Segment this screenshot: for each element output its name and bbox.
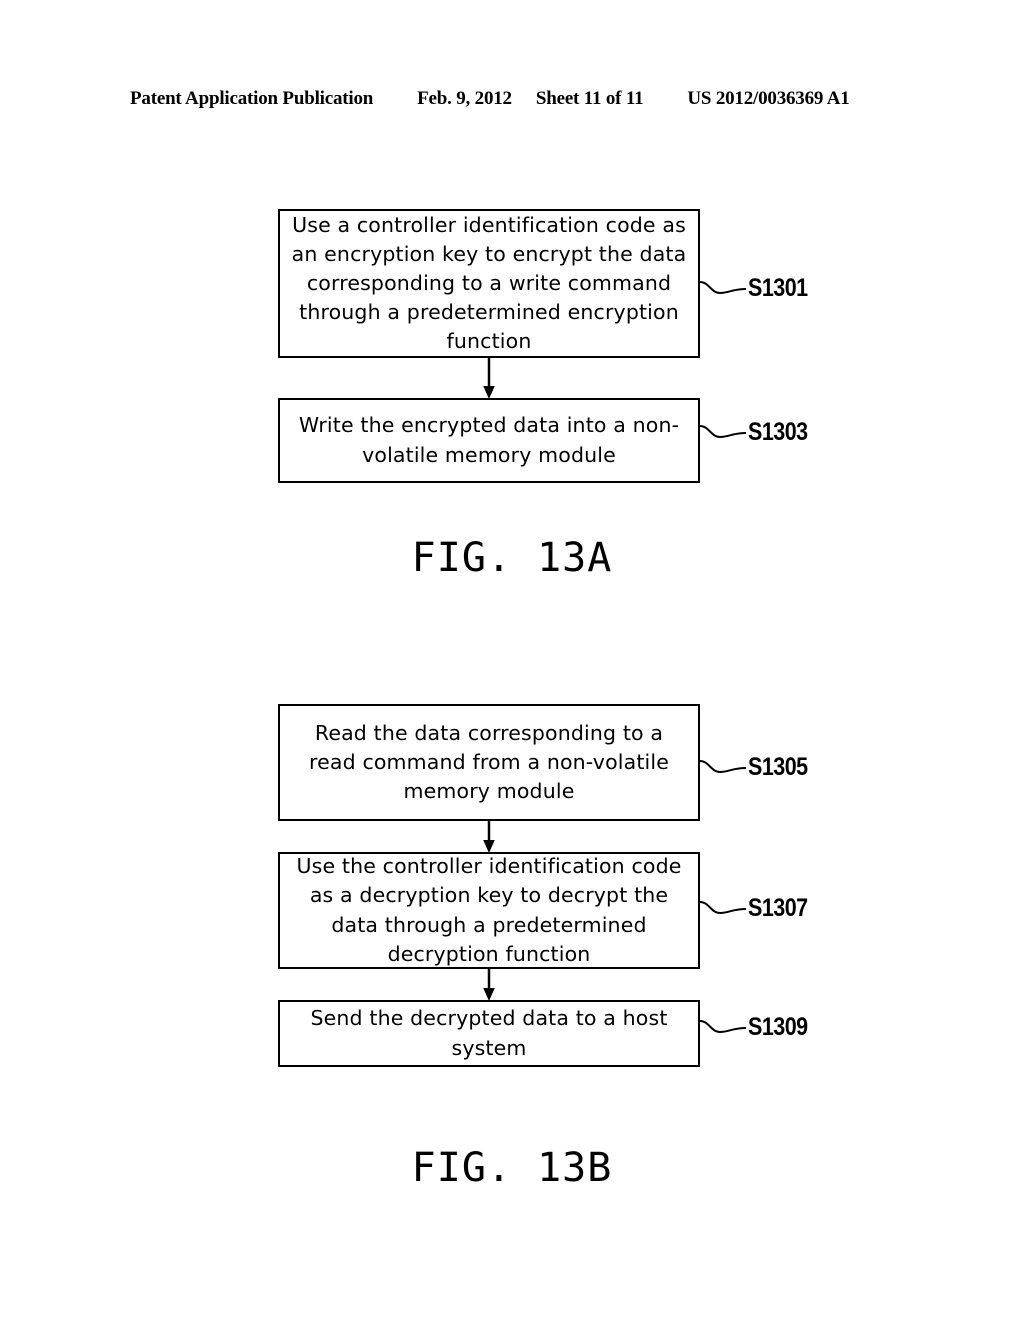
process-box-s1307: Use the controller identification code a… (278, 852, 700, 969)
step-reference-s1301: S1301 (700, 268, 817, 308)
figure-caption-13b: FIG. 13B (411, 1145, 613, 1191)
step-reference-s1305: S1305 (700, 747, 817, 787)
header-sheet-number: Sheet 11 of 11 (535, 88, 644, 109)
step-reference-s1303: S1303 (700, 412, 817, 452)
header-publication-title: Patent Application Publication (130, 88, 374, 109)
process-box-s1309-text: Send the decrypted data to a host system (310, 1006, 668, 1060)
process-box-s1301-text: Use a controller identification code as … (291, 212, 687, 354)
page-header: Patent Application Publication Feb. 9, 2… (130, 88, 890, 112)
process-box-s1301: Use a controller identification code as … (278, 209, 700, 358)
step-reference-s1301-label: S1301 (748, 273, 808, 302)
process-box-s1303: Write the encrypted data into a non-vola… (278, 398, 700, 483)
step-reference-s1305-label: S1305 (748, 752, 808, 781)
flow-arrow-s1307-to-s1309 (481, 969, 497, 1001)
flow-arrow-s1301-to-s1303 (481, 358, 497, 399)
figure-caption-13a: FIG. 13A (411, 535, 613, 581)
leader-line-icon (700, 1020, 746, 1034)
process-box-s1303-text: Write the encrypted data into a non-vola… (298, 413, 680, 467)
arrow-down-icon (483, 821, 495, 853)
step-reference-s1307: S1307 (700, 888, 817, 928)
flow-arrow-s1305-to-s1307 (481, 821, 497, 853)
step-reference-s1309: S1309 (700, 1007, 817, 1047)
step-reference-s1307-label: S1307 (748, 893, 808, 922)
arrow-down-icon (483, 358, 495, 399)
leader-line-icon (700, 281, 746, 295)
header-publication-date: Feb. 9, 2012 (417, 88, 512, 109)
process-box-s1307-text: Use the controller identification code a… (296, 854, 682, 966)
arrow-down-icon (483, 969, 495, 1001)
process-box-s1305-text: Read the data corresponding to a read co… (309, 720, 669, 804)
step-reference-s1309-label: S1309 (748, 1012, 808, 1041)
leader-line-icon (700, 760, 746, 774)
process-box-s1309: Send the decrypted data to a host system (278, 1000, 700, 1067)
leader-line-icon (700, 425, 746, 439)
leader-line-icon (700, 901, 746, 915)
process-box-s1305: Read the data corresponding to a read co… (278, 704, 700, 821)
step-reference-s1303-label: S1303 (748, 417, 808, 446)
header-document-number: US 2012/0036369 A1 (687, 88, 850, 109)
